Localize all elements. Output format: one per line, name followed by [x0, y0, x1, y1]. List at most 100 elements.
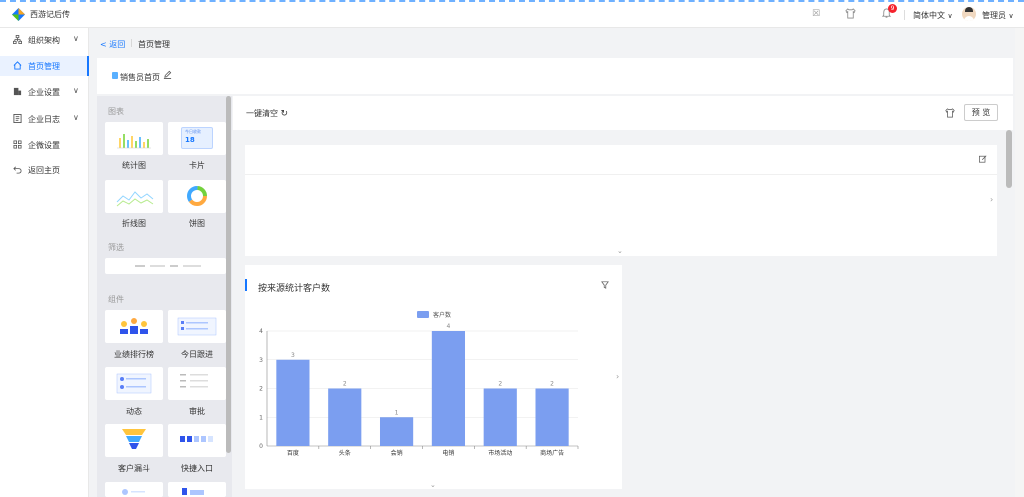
- x-tick-label: 百度: [287, 449, 299, 457]
- canvas-scrollbar[interactable]: [1006, 130, 1012, 188]
- grid-icon: [12, 140, 22, 150]
- language-select[interactable]: 简体中文 ∨: [913, 10, 953, 21]
- x-tick-label: 会销: [391, 449, 403, 457]
- component-label: 业绩排行榜: [114, 350, 154, 359]
- approval-component[interactable]: [168, 367, 226, 400]
- chevron-down-icon[interactable]: ⌄: [617, 247, 623, 255]
- filter-thumb-icon: [135, 265, 201, 267]
- bar: [431, 331, 466, 446]
- top-bar: 西游记后传 ☒ 9 简体中文 ∨ 管理员 ∨: [0, 0, 1024, 28]
- bar: [535, 388, 569, 446]
- filter-component[interactable]: [105, 258, 226, 274]
- chevron-right-icon[interactable]: ›: [990, 195, 993, 204]
- data-label: 4: [447, 323, 451, 330]
- component-label: 今日跟进: [181, 350, 213, 359]
- chevron-left-icon: <: [100, 40, 107, 49]
- chevron-down-icon: ∨: [947, 12, 953, 20]
- line-chart-thumb-icon: [116, 191, 154, 207]
- card-thumb-title: 今日收款: [185, 129, 201, 134]
- sidebar-item-return-home[interactable]: 返回主页: [0, 160, 89, 180]
- approval-thumb-icon: [180, 374, 208, 388]
- shortcut-component[interactable]: [168, 424, 226, 457]
- chevron-down-icon: ∨: [1008, 12, 1014, 20]
- funnel-component[interactable]: [105, 424, 163, 457]
- data-label: 2: [550, 381, 554, 388]
- chart-stat-component[interactable]: [105, 122, 163, 155]
- sidebar-item-label: 首页管理: [28, 62, 60, 71]
- activity-component[interactable]: [105, 367, 163, 400]
- data-label: 3: [291, 352, 295, 359]
- funnel-thumb-icon: [122, 429, 146, 449]
- home-icon: [12, 61, 22, 71]
- sidebar-item-label: 企业日志: [28, 115, 60, 124]
- more-component-left[interactable]: [105, 482, 163, 497]
- section-filter-heading: 筛选: [108, 243, 124, 252]
- chevron-down-icon: ∨: [73, 34, 79, 43]
- x-tick-label: 头条: [339, 449, 351, 457]
- y-tick-label: 2: [259, 386, 263, 393]
- back-link[interactable]: < 返回: [100, 39, 125, 50]
- x-tick-label: 市场活动: [488, 449, 512, 457]
- y-tick-label: 4: [259, 328, 263, 335]
- component-thumb-icon: [182, 488, 204, 495]
- sidebar-item-enterprise-log[interactable]: 企业日志 ∨: [0, 109, 89, 129]
- chart-line-component[interactable]: [105, 180, 163, 213]
- sidebar-item-enterprise-settings[interactable]: 企业设置 ∨: [0, 82, 89, 102]
- shortcut-thumb-icon: [180, 436, 213, 442]
- edit-icon[interactable]: [163, 70, 172, 82]
- sidebar-item-label: 组织架构: [28, 36, 60, 45]
- chevron-down-icon: ∨: [73, 86, 79, 95]
- chart-card-component[interactable]: 今日收款 18: [168, 122, 226, 155]
- sidebar-item-wecom-settings[interactable]: 企微设置: [0, 135, 89, 155]
- sidebar-item-home[interactable]: 首页管理: [0, 56, 89, 76]
- filter-icon[interactable]: [601, 281, 609, 291]
- clear-all-button[interactable]: 一键清空 ↻: [246, 108, 288, 119]
- component-label: 折线图: [122, 219, 146, 228]
- legend-label: 客户数: [433, 311, 451, 319]
- notification-badge: 9: [888, 4, 897, 13]
- clear-all-label: 一键清空: [246, 109, 278, 118]
- sidebar: 组织架构 ∨ 首页管理 企业设置 ∨ 企业日志 ∨ 企微设置 返回主页: [0, 28, 89, 497]
- theme-shirt-icon[interactable]: [945, 108, 955, 121]
- y-tick-label: 1: [259, 414, 263, 421]
- followup-component[interactable]: [168, 310, 226, 343]
- return-icon: [12, 165, 22, 175]
- x-tick-label: 电销: [442, 449, 454, 457]
- bar: [276, 359, 310, 446]
- preview-button[interactable]: 预 览: [964, 104, 998, 121]
- palette-scrollbar[interactable]: [226, 96, 231, 453]
- page-scrollbar[interactable]: [1015, 28, 1024, 497]
- shirt-icon[interactable]: [844, 8, 856, 20]
- chart-title: 按来源统计客户数: [258, 284, 331, 294]
- bar: [379, 417, 414, 446]
- component-label: 动态: [126, 407, 142, 416]
- sidebar-item-org[interactable]: 组织架构 ∨: [0, 30, 89, 50]
- user-menu[interactable]: 管理员 ∨: [982, 10, 1014, 21]
- ranking-component[interactable]: [105, 310, 163, 343]
- edit-icon[interactable]: [979, 155, 987, 165]
- chevron-down-icon[interactable]: ⌄: [430, 481, 436, 489]
- close-square-icon[interactable]: ☒: [810, 8, 822, 20]
- section-chart-heading: 图表: [108, 107, 124, 116]
- card-thumb-icon: 今日收款 18: [181, 127, 213, 149]
- bar: [328, 388, 362, 446]
- bar: [483, 388, 517, 446]
- page-header-card: 销售员首页: [97, 58, 1013, 94]
- legend-swatch: [417, 311, 429, 318]
- chart-pie-component[interactable]: [168, 180, 226, 213]
- back-label: 返回: [109, 40, 126, 49]
- chart-grid: [266, 330, 579, 449]
- avatar[interactable]: [962, 7, 976, 21]
- component-label: 统计图: [122, 161, 146, 170]
- pie-chart-thumb-icon: [187, 186, 207, 206]
- y-tick-label: 3: [259, 357, 263, 364]
- divider: [904, 10, 905, 20]
- x-tick-label: 商场广告: [540, 449, 564, 457]
- empty-widget-card[interactable]: [245, 145, 997, 256]
- bar-chart-thumb-icon: [117, 134, 151, 149]
- more-component-right[interactable]: [168, 482, 226, 497]
- refresh-icon: ↻: [280, 109, 289, 119]
- section-component-heading: 组件: [108, 295, 124, 304]
- divider: [245, 174, 997, 175]
- chart-legend[interactable]: 客户数: [417, 311, 451, 319]
